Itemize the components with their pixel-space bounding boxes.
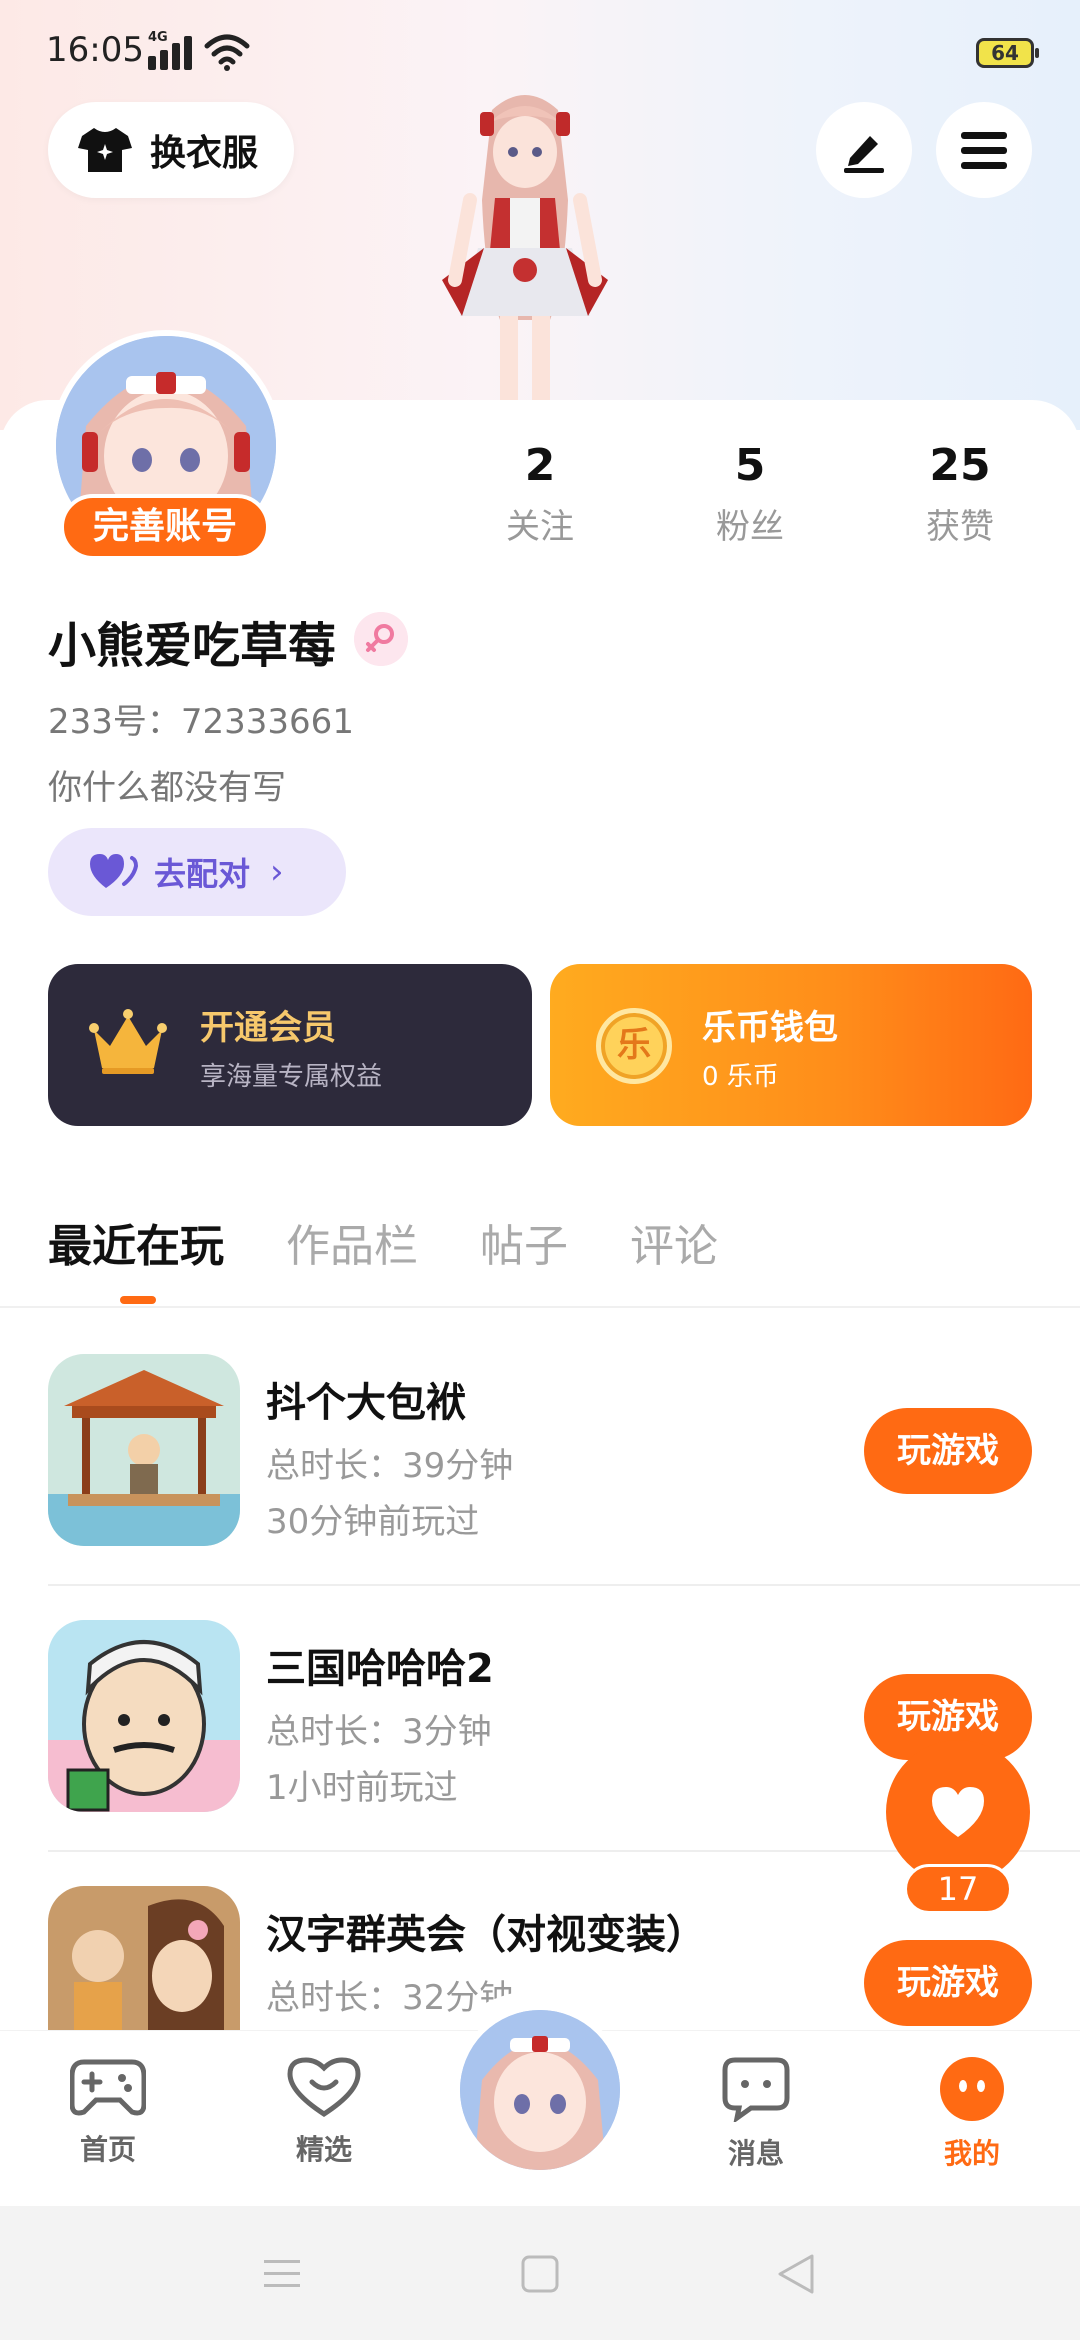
nav-messages-label: 消息: [727, 2137, 784, 2170]
crown-icon: [89, 1009, 167, 1074]
change-outfit-label: 换衣服: [150, 133, 259, 174]
tab-works[interactable]: 作品栏: [286, 1210, 418, 1290]
game-duration: 总时长：39分钟: [266, 1446, 514, 1486]
like-button[interactable]: [886, 1740, 1030, 1884]
game-last-played: 30分钟前玩过: [266, 1502, 480, 1542]
stat-followers-value: 5: [734, 440, 766, 491]
vip-membership-card[interactable]: 开通会员 享海量专属权益: [48, 964, 532, 1126]
match-label: 去配对: [154, 855, 251, 893]
female-gender-icon: [354, 612, 408, 666]
match-button[interactable]: 去配对 ›: [48, 828, 346, 916]
complete-account-badge[interactable]: 完善账号: [60, 494, 270, 560]
game-duration: 总时长：3分钟: [266, 1712, 492, 1752]
tab-divider: [0, 1306, 1080, 1308]
menu-button[interactable]: [936, 102, 1032, 198]
stat-following-label: 关注: [506, 507, 574, 547]
game-thumbnail: [48, 1354, 240, 1546]
tab-posts[interactable]: 帖子: [480, 1210, 568, 1290]
edit-pen-icon: [844, 136, 884, 173]
game-last-played: 1小时前玩过: [266, 1768, 458, 1808]
heart-chat-icon: [287, 2057, 361, 2117]
stat-followers[interactable]: 5 粉丝: [680, 440, 820, 560]
profile-face-icon: [940, 2057, 1004, 2121]
game-title: 汉字群英会（对视变装）: [266, 1912, 706, 1958]
coin-icon: 乐: [596, 1008, 672, 1084]
wallet-balance: 0 乐币: [702, 1062, 779, 1092]
nickname: 小熊爱吃草莓: [48, 618, 337, 674]
recent-apps-icon[interactable]: [262, 2256, 302, 2292]
vip-title: 开通会员: [200, 1008, 336, 1048]
coin-wallet-card[interactable]: 乐 乐币钱包 0 乐币: [550, 964, 1032, 1126]
coin-glyph: 乐: [617, 1025, 651, 1065]
nav-center-avatar[interactable]: [454, 2004, 626, 2176]
like-count: 17: [904, 1864, 1012, 1914]
active-tab-indicator: [120, 1296, 156, 1304]
stat-following[interactable]: 2 关注: [470, 440, 610, 560]
back-triangle-icon[interactable]: [776, 2252, 816, 2296]
vip-subtitle: 享海量专属权益: [200, 1062, 383, 1092]
game-row[interactable]: 抖个大包袱 总时长：39分钟 30分钟前玩过 玩游戏: [48, 1354, 1080, 1620]
chevron-right-icon: ›: [270, 852, 284, 892]
status-time: 16:05: [46, 30, 144, 70]
stat-followers-label: 粉丝: [716, 507, 784, 547]
edit-profile-button[interactable]: [816, 102, 912, 198]
stat-likes[interactable]: 25 获赞: [890, 440, 1030, 560]
game-title: 三国哈哈哈2: [266, 1646, 494, 1692]
avatar-character-illustration: [442, 95, 608, 410]
wifi-icon: [204, 34, 250, 71]
play-game-button[interactable]: 玩游戏: [864, 1408, 1032, 1494]
heart-icon: [932, 1787, 984, 1837]
game-title: 抖个大包袱: [266, 1380, 466, 1426]
network-type: 4G: [148, 30, 168, 45]
nav-featured-label: 精选: [295, 2133, 352, 2166]
double-heart-icon: [90, 854, 138, 888]
tab-recently-played[interactable]: 最近在玩: [48, 1210, 224, 1290]
tab-comments[interactable]: 评论: [630, 1210, 718, 1290]
change-outfit-button[interactable]: 换衣服: [48, 102, 294, 198]
nav-home-label: 首页: [79, 2133, 136, 2166]
play-game-button[interactable]: 玩游戏: [864, 1940, 1032, 2026]
menu-icon: [961, 132, 1007, 169]
bio: 你什么都没有写: [48, 768, 286, 808]
gamepad-icon: [69, 2059, 147, 2116]
nav-messages[interactable]: 消息: [696, 2056, 816, 2172]
tshirt-icon: [78, 128, 132, 172]
profile-tabs: 最近在玩 作品栏 帖子 评论: [48, 1210, 780, 1290]
stat-following-value: 2: [524, 440, 556, 491]
nav-mine[interactable]: 我的: [912, 2056, 1032, 2172]
nav-home[interactable]: 首页: [48, 2056, 168, 2168]
row-divider: [48, 1584, 1080, 1586]
stat-likes-label: 获赞: [926, 507, 994, 547]
message-icon: [722, 2057, 790, 2124]
nav-mine-label: 我的: [943, 2137, 1000, 2170]
profile-stats: 2 关注 5 粉丝 25 获赞: [470, 440, 1030, 560]
home-square-icon[interactable]: [520, 2254, 560, 2294]
battery-indicator: 64: [976, 38, 1039, 68]
wallet-title: 乐币钱包: [702, 1008, 838, 1048]
system-navigation-bar: [0, 2206, 1080, 2340]
game-thumbnail: [48, 1620, 240, 1812]
user-id: 233号：72333661: [48, 702, 354, 742]
stat-likes-value: 25: [929, 440, 991, 491]
avatar-portrait: [460, 2010, 620, 2170]
signal-icon: 4G: [148, 30, 192, 70]
nav-featured[interactable]: 精选: [264, 2056, 384, 2168]
